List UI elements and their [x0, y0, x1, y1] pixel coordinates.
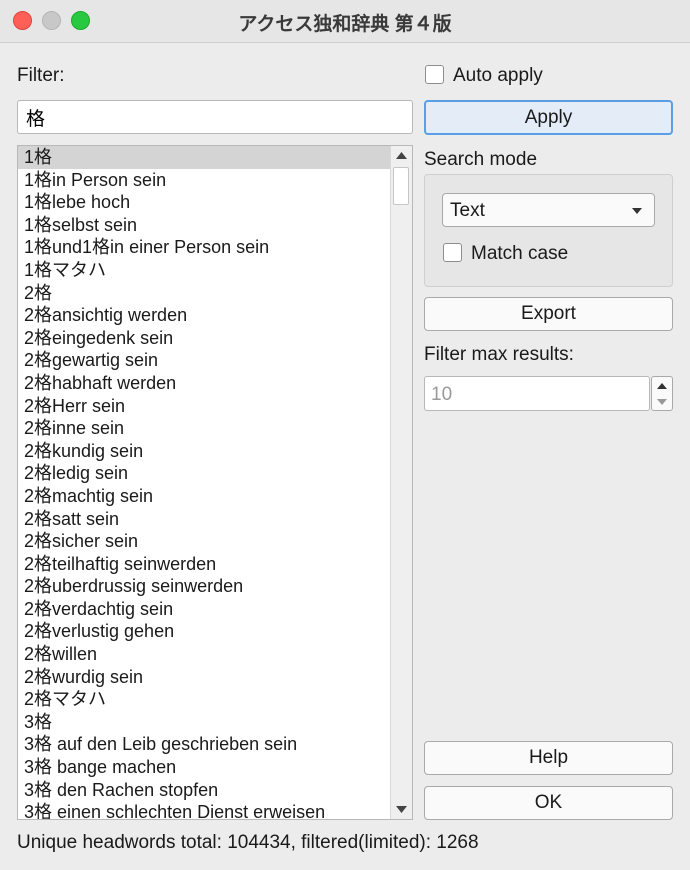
filter-max-stepper[interactable]: [651, 376, 673, 411]
list-item[interactable]: 2格teilhaftig seinwerden: [18, 553, 391, 576]
results-list-items: 1格 1格in Person sein 1格lebe hoch 1格selbst se…: [18, 146, 391, 819]
list-item[interactable]: 2格Herr sein: [18, 395, 391, 418]
list-item[interactable]: 3格 den Rachen stopfen: [18, 779, 391, 802]
filter-max-input[interactable]: 10: [424, 376, 650, 411]
stepper-up-icon[interactable]: [657, 383, 667, 389]
match-case-label: Match case: [471, 243, 569, 264]
list-item[interactable]: 2格inne sein: [18, 417, 391, 440]
results-scrollbar[interactable]: [390, 146, 412, 819]
list-item[interactable]: 2格: [18, 282, 391, 305]
auto-apply-checkbox[interactable]: [425, 65, 444, 84]
filter-label: Filter:: [17, 65, 65, 86]
list-item[interactable]: 1格und1格in einer Person sein: [18, 236, 391, 259]
chevron-down-icon: [632, 208, 642, 214]
filter-input[interactable]: [17, 100, 413, 134]
apply-button-label: Apply: [524, 106, 573, 128]
list-item[interactable]: 1格in Person sein: [18, 169, 391, 192]
list-item[interactable]: 2格willen: [18, 643, 391, 666]
export-button[interactable]: Export: [424, 297, 673, 331]
list-item[interactable]: 1格マタハ: [18, 259, 391, 282]
list-item[interactable]: 2格sicher sein: [18, 530, 391, 553]
list-item[interactable]: 3格 bange machen: [18, 756, 391, 779]
list-item[interactable]: 2格eingedenk sein: [18, 327, 391, 350]
list-item[interactable]: 3格: [18, 711, 391, 734]
search-mode-selected: Text: [450, 200, 485, 221]
window-title: アクセス独和辞典 第４版: [238, 14, 452, 35]
list-item[interactable]: 2格verdachtig sein: [18, 598, 391, 621]
status-text: Unique headwords total: 104434, filtered…: [17, 832, 479, 853]
list-item[interactable]: 2格gewartig sein: [18, 349, 391, 372]
list-item[interactable]: 2格satt sein: [18, 508, 391, 531]
list-item[interactable]: 3格 auf den Leib geschrieben sein: [18, 733, 391, 756]
list-item[interactable]: 1格lebe hoch: [18, 191, 391, 214]
apply-button[interactable]: Apply: [424, 100, 673, 135]
stepper-down-icon[interactable]: [657, 399, 667, 405]
ok-button[interactable]: OK: [424, 786, 673, 820]
export-button-label: Export: [521, 303, 576, 324]
list-item[interactable]: 2格habhaft werden: [18, 372, 391, 395]
match-case-checkbox[interactable]: [443, 243, 462, 262]
title-bar: アクセス独和辞典 第４版: [0, 0, 690, 43]
list-item[interactable]: 2格マタハ: [18, 688, 391, 711]
help-button-label: Help: [528, 747, 569, 768]
list-item[interactable]: 2格kundig sein: [18, 440, 391, 463]
list-item[interactable]: 2格ledig sein: [18, 462, 391, 485]
scroll-up-arrow-icon[interactable]: [391, 146, 412, 165]
search-mode-group: [424, 174, 673, 287]
scrollbar-thumb[interactable]: [393, 167, 409, 205]
auto-apply-label: Auto apply: [453, 65, 543, 86]
list-item[interactable]: 1格selbst sein: [18, 214, 391, 237]
filter-max-label: Filter max results:: [424, 344, 574, 365]
list-item[interactable]: 2格machtig sein: [18, 485, 391, 508]
list-item[interactable]: 2格wurdig sein: [18, 666, 391, 689]
list-item[interactable]: 2格verlustig gehen: [18, 620, 391, 643]
ok-button-label: OK: [534, 792, 563, 813]
filter-max-placeholder: 10: [431, 384, 453, 405]
help-button[interactable]: Help: [424, 741, 673, 775]
search-mode-select[interactable]: Text: [442, 193, 655, 227]
results-list[interactable]: 1格 1格in Person sein 1格lebe hoch 1格selbst se…: [17, 145, 413, 820]
list-item[interactable]: 2格uberdrussig seinwerden: [18, 575, 391, 598]
list-item[interactable]: 1格: [18, 146, 391, 169]
list-item[interactable]: 3格 einen schlechten Dienst erweisen: [18, 801, 391, 819]
scroll-down-arrow-icon[interactable]: [391, 800, 412, 819]
search-mode-label: Search mode: [424, 149, 538, 170]
list-item[interactable]: 2格ansichtig werden: [18, 304, 391, 327]
